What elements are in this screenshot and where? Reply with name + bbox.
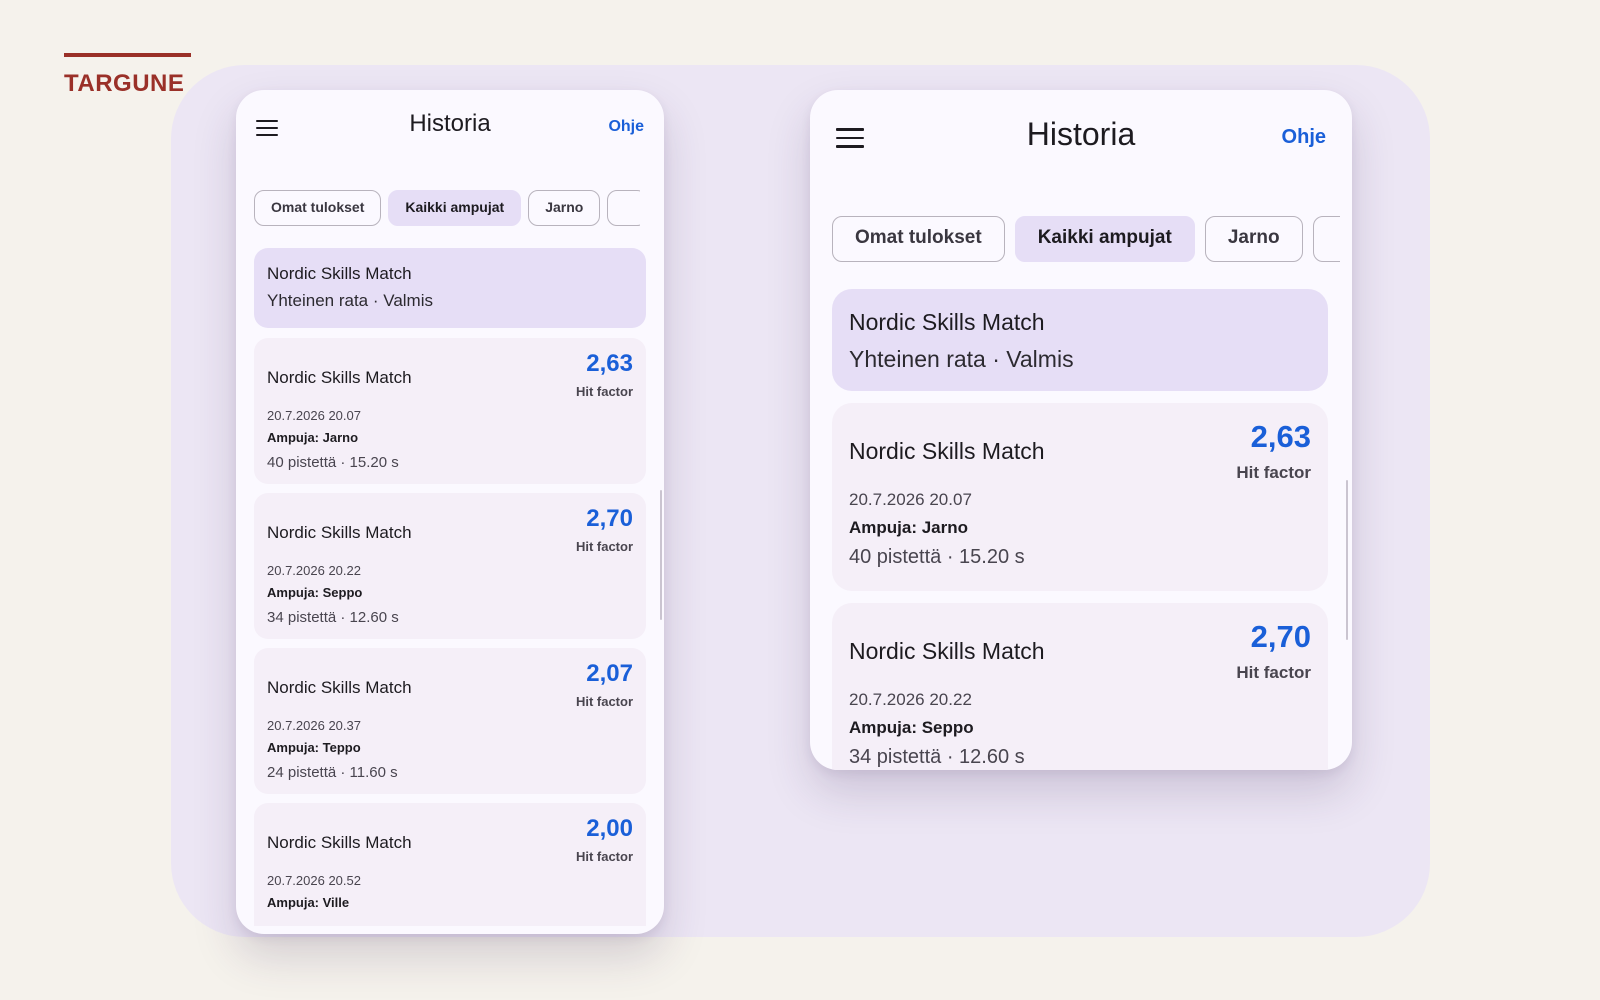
result-stats: 34 pistettä · 12.60 s (849, 746, 1025, 768)
result-shooter: Ampuja: Seppo (849, 718, 974, 737)
result-date: 20.7.2026 20.22 (267, 563, 361, 578)
page-title: Historia (1026, 116, 1136, 152)
result-match-name: Nordic Skills Match (267, 833, 412, 852)
result-shooter: Ampuja: Jarno (267, 430, 359, 445)
brand-accent-bar (64, 53, 191, 57)
filter-chips: Omat tulokset Kaikki ampujat Jarno (832, 216, 1340, 264)
results-list: Nordic Skills Match Yhteinen rata · Valm… (832, 289, 1328, 770)
chip-own-results[interactable]: Omat tulokset (832, 216, 1005, 262)
result-match-name: Nordic Skills Match (849, 438, 1045, 464)
result-stats: 24 pistettä · 11.60 s (267, 764, 398, 781)
chip-partial[interactable] (607, 190, 640, 226)
hit-factor-value: 2,63 (1250, 419, 1311, 454)
result-card[interactable]: Nordic Skills Match 2,07 Hit factor 20.7… (254, 648, 646, 794)
hit-factor-label: Hit factor (575, 694, 633, 709)
result-match-name: Nordic Skills Match (267, 368, 412, 387)
scrollbar[interactable] (660, 490, 662, 620)
scrollbar[interactable] (1346, 480, 1348, 640)
match-summary-card[interactable]: Nordic Skills Match Yhteinen rata · Valm… (254, 248, 646, 328)
filter-chips: Omat tulokset Kaikki ampujat Jarno (254, 190, 640, 228)
result-match-name: Nordic Skills Match (267, 678, 412, 697)
chip-partial[interactable] (1312, 216, 1340, 262)
help-link[interactable]: Ohje (1282, 126, 1326, 149)
result-shooter: Ampuja: Teppo (267, 740, 361, 755)
result-card[interactable]: Nordic Skills Match 2,70 Hit factor 20.7… (254, 493, 646, 639)
chip-jarno[interactable]: Jarno (528, 190, 601, 226)
page-title: Historia (409, 110, 491, 137)
result-date: 20.7.2026 20.07 (849, 490, 972, 509)
result-shooter: Ampuja: Seppo (267, 585, 363, 600)
hit-factor-label: Hit factor (575, 384, 633, 399)
chip-all-shooters[interactable]: Kaikki ampujat (388, 190, 522, 226)
result-stats: 40 pistettä · 15.20 s (849, 546, 1025, 568)
hit-factor-value: 2,00 (586, 815, 633, 842)
tablet-screen: Historia Ohje Omat tulokset Kaikki ampuja… (810, 90, 1352, 770)
result-card[interactable]: Nordic Skills Match 2,63 Hit factor 20.7… (254, 338, 646, 484)
result-card[interactable]: Nordic Skills Match 2,70 Hit factor 20.7… (832, 603, 1328, 770)
match-title: Nordic Skills Match (849, 309, 1045, 335)
match-title: Nordic Skills Match (267, 264, 412, 283)
result-stats: 34 pistettä · 12.60 s (267, 609, 399, 626)
hit-factor-label: Hit factor (1236, 663, 1311, 682)
result-match-name: Nordic Skills Match (849, 638, 1045, 664)
chip-own-results[interactable]: Omat tulokset (254, 190, 382, 226)
brand-logo: TARGUNE (64, 70, 185, 97)
result-date: 20.7.2026 20.37 (267, 718, 361, 733)
hit-factor-label: Hit factor (575, 849, 633, 864)
phone-screen: Historia Ohje Omat tulokset Kaikki ampuja… (236, 90, 664, 934)
hit-factor-value: 2,70 (586, 505, 633, 532)
result-shooter: Ampuja: Ville (267, 895, 350, 910)
hit-factor-value: 2,07 (586, 660, 633, 687)
results-list: Nordic Skills Match Yhteinen rata · Valm… (254, 248, 646, 926)
result-shooter: Ampuja: Jarno (849, 518, 969, 537)
chip-jarno[interactable]: Jarno (1204, 216, 1303, 262)
chip-all-shooters[interactable]: Kaikki ampujat (1014, 216, 1195, 262)
match-status: Yhteinen rata · Valmis (267, 291, 433, 310)
result-date: 20.7.2026 20.07 (267, 408, 361, 423)
hit-factor-value: 2,70 (1250, 619, 1311, 654)
hit-factor-value: 2,63 (586, 350, 633, 377)
hit-factor-label: Hit factor (1236, 463, 1311, 482)
result-match-name: Nordic Skills Match (267, 523, 412, 542)
result-card[interactable]: Nordic Skills Match 2,00 Hit factor 20.7… (254, 803, 646, 926)
hit-factor-label: Hit factor (575, 539, 633, 554)
match-status: Yhteinen rata · Valmis (849, 346, 1074, 372)
help-link[interactable]: Ohje (608, 118, 644, 136)
result-card[interactable]: Nordic Skills Match 2,63 Hit factor 20.7… (832, 403, 1328, 591)
match-summary-card[interactable]: Nordic Skills Match Yhteinen rata · Valm… (832, 289, 1328, 391)
result-stats: 40 pistettä · 15.20 s (267, 454, 399, 471)
result-date: 20.7.2026 20.22 (849, 690, 972, 709)
result-date: 20.7.2026 20.52 (267, 873, 361, 888)
